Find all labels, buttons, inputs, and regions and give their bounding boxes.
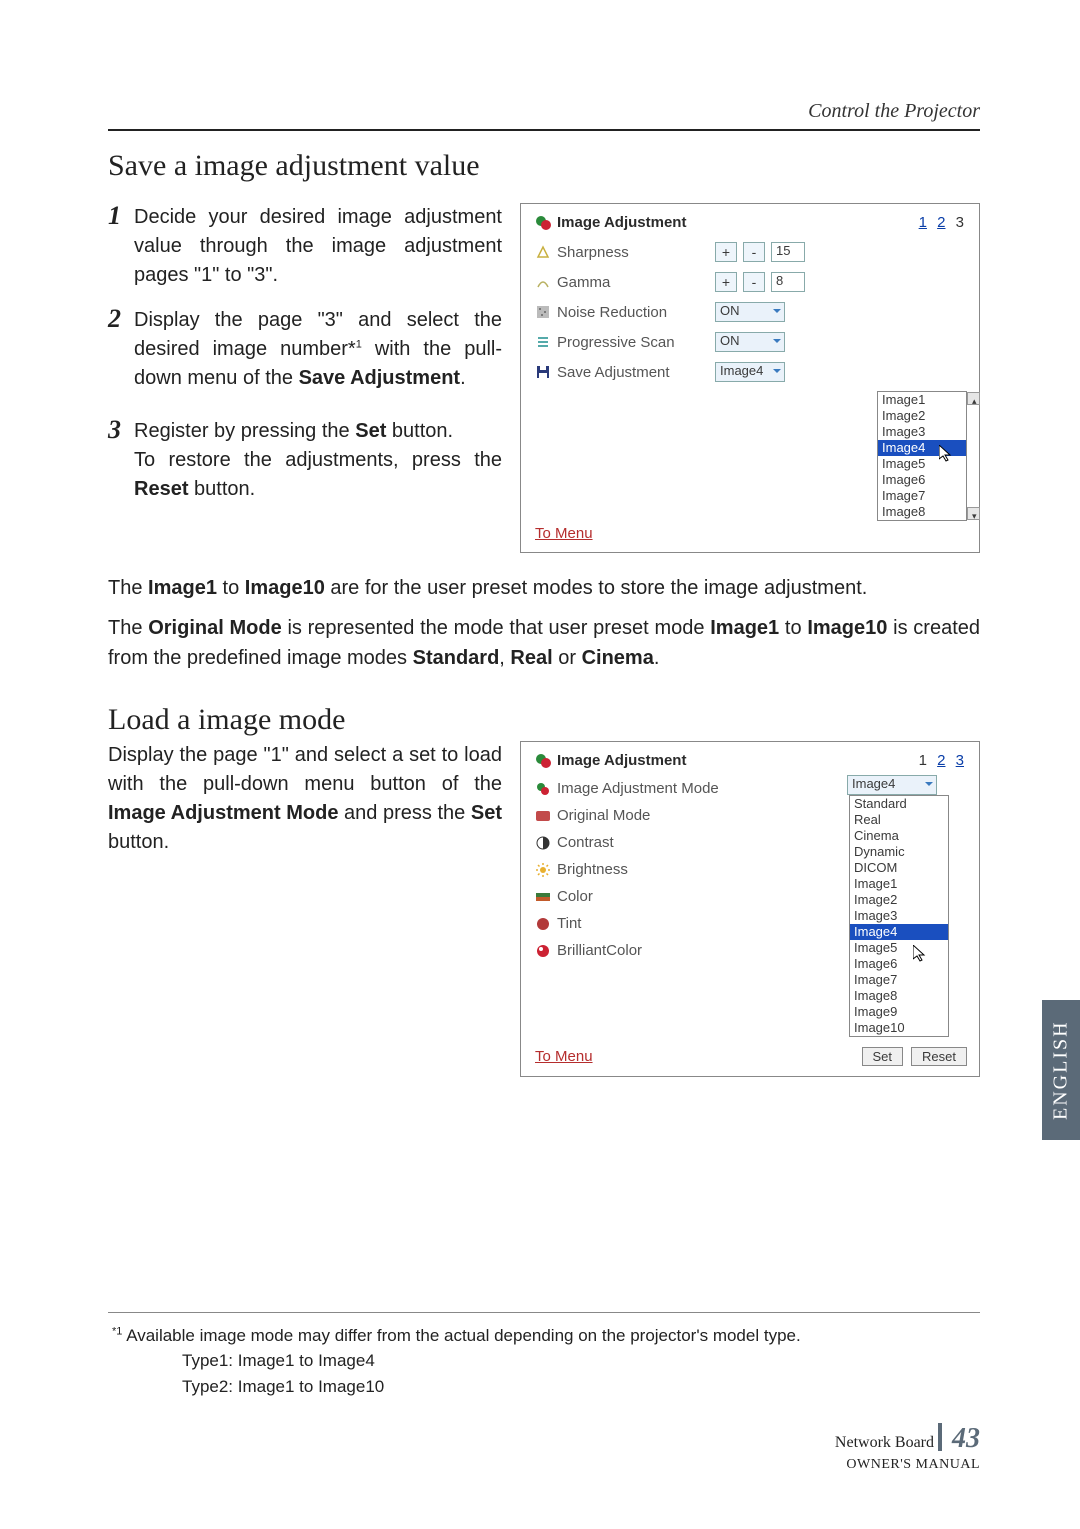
step-1: 1 Decide your desired image adjustment v…: [108, 203, 502, 290]
image-mode-select[interactable]: Image4: [847, 775, 937, 795]
paragraph: The Image1 to Image10 are for the user p…: [108, 573, 980, 603]
dropdown-option[interactable]: Image2: [850, 892, 948, 908]
step-body: Register by pressing the Set button. To …: [134, 417, 502, 504]
dropdown-option-selected[interactable]: Image4: [850, 924, 948, 940]
gamma-value: 8: [771, 272, 805, 292]
mode-icon: [535, 808, 551, 824]
row-contrast: Contrast: [535, 829, 847, 856]
step-3: 3 Register by pressing the Set button. T…: [108, 417, 502, 504]
page-link-2[interactable]: 2: [937, 752, 945, 769]
row-brilliant-color: BrilliantColor: [535, 937, 847, 964]
dropdown-option[interactable]: Image2: [878, 408, 966, 424]
language-tab: ENGLISH: [1042, 1000, 1080, 1140]
save-icon: [535, 364, 551, 380]
progressive-scan-icon: [535, 334, 551, 350]
dropdown-option-selected[interactable]: Image4: [878, 440, 966, 456]
image-adjustment-icon: [535, 781, 551, 797]
dropdown-option[interactable]: Image3: [850, 908, 948, 924]
sharpness-minus-button[interactable]: -: [743, 242, 765, 262]
noise-reduction-select[interactable]: ON: [715, 302, 785, 322]
page-current: 1: [919, 752, 927, 769]
dropdown-option[interactable]: Image1: [878, 392, 966, 408]
row-color: Color: [535, 883, 847, 910]
dropdown-option[interactable]: Standard: [850, 796, 948, 812]
reset-button[interactable]: Reset: [911, 1047, 967, 1066]
dropdown-option[interactable]: DICOM: [850, 860, 948, 876]
to-menu-link[interactable]: To Menu: [535, 1048, 593, 1065]
running-header: Control the Projector: [108, 100, 980, 131]
dropdown-option[interactable]: Dynamic: [850, 844, 948, 860]
row-sharpness: Sharpness + - 15: [535, 237, 967, 267]
to-menu-link[interactable]: To Menu: [535, 525, 593, 542]
dropdown-option[interactable]: Image7: [878, 488, 966, 504]
row-brightness: Brightness: [535, 856, 847, 883]
color-icon: [535, 889, 551, 905]
panel-title: Image Adjustment: [535, 214, 686, 231]
row-noise-reduction: Noise Reduction ON: [535, 297, 967, 327]
step-number: 3: [108, 417, 134, 504]
paragraph: The Original Mode is represented the mod…: [108, 613, 980, 673]
image-adjustment-icon: [535, 753, 551, 769]
step-number: 2: [108, 306, 134, 393]
dropdown-option[interactable]: Image5: [850, 940, 948, 956]
page-current: 3: [956, 214, 964, 231]
dropdown-option[interactable]: Image10: [850, 1020, 948, 1036]
step-body: Display the page "3" and select the desi…: [134, 306, 502, 393]
sharpness-value: 15: [771, 242, 805, 262]
panel-page-links: 1 2 3: [916, 752, 967, 769]
noise-reduction-icon: [535, 304, 551, 320]
dropdown-option[interactable]: Image5: [878, 456, 966, 472]
dropdown-option[interactable]: Image8: [850, 988, 948, 1004]
dropdown-option[interactable]: Image1: [850, 876, 948, 892]
gamma-icon: [535, 274, 551, 290]
footnote: *1 Available image mode may differ from …: [112, 1323, 980, 1400]
page-link-1[interactable]: 1: [919, 214, 927, 231]
brightness-icon: [535, 862, 551, 878]
progressive-scan-select[interactable]: ON: [715, 332, 785, 352]
panel-page-links: 1 2 3: [916, 214, 967, 231]
dropdown-option[interactable]: Image8: [878, 504, 966, 520]
brilliant-color-icon: [535, 943, 551, 959]
dropdown-option[interactable]: Image3: [878, 424, 966, 440]
panel-image-adjustment-3: Image Adjustment 1 2 3 Sharpness + - 15: [520, 203, 980, 553]
scroll-down-button[interactable]: ▾: [967, 507, 980, 520]
row-gamma: Gamma + - 8: [535, 267, 967, 297]
row-save-adjustment: Save Adjustment Image4: [535, 357, 967, 387]
page-link-3[interactable]: 3: [956, 752, 964, 769]
sharpness-plus-button[interactable]: +: [715, 242, 737, 262]
tint-icon: [535, 916, 551, 932]
page-link-2[interactable]: 2: [937, 214, 945, 231]
gamma-minus-button[interactable]: -: [743, 272, 765, 292]
section-title-load: Load a image mode: [108, 703, 980, 737]
dropdown-option[interactable]: Image9: [850, 1004, 948, 1020]
save-adjustment-select[interactable]: Image4: [715, 362, 785, 382]
section-title-save: Save a image adjustment value: [108, 149, 980, 183]
contrast-icon: [535, 835, 551, 851]
dropdown-option[interactable]: Cinema: [850, 828, 948, 844]
row-progressive-scan: Progressive Scan ON: [535, 327, 967, 357]
page-footer: Network Board43 OWNER'S MANUAL: [835, 1423, 980, 1473]
dropdown-option[interactable]: Image6: [850, 956, 948, 972]
set-button[interactable]: Set: [862, 1047, 904, 1066]
dropdown-option[interactable]: Image6: [878, 472, 966, 488]
step-number: 1: [108, 203, 134, 290]
image-adjustment-icon: [535, 215, 551, 231]
row-image-adjustment-mode: Image Adjustment Mode: [535, 775, 847, 802]
image-mode-dropdown[interactable]: Standard Real Cinema Dynamic DICOM Image…: [849, 795, 949, 1037]
gamma-plus-button[interactable]: +: [715, 272, 737, 292]
dropdown-option[interactable]: Real: [850, 812, 948, 828]
footnote-rule: [108, 1312, 980, 1313]
row-original-mode: Original Mode: [535, 802, 847, 829]
dropdown-option[interactable]: Image7: [850, 972, 948, 988]
scroll-up-button[interactable]: ▴: [967, 392, 980, 405]
step-body: Decide your desired image adjustment val…: [134, 203, 502, 290]
panel-image-adjustment-1: Image Adjustment 1 2 3 Image Adjustment …: [520, 741, 980, 1077]
step-2: 2 Display the page "3" and select the de…: [108, 306, 502, 393]
panel-title: Image Adjustment: [535, 752, 686, 769]
sharpness-icon: [535, 244, 551, 260]
load-paragraph: Display the page "1" and select a set to…: [108, 741, 502, 857]
row-tint: Tint: [535, 910, 847, 937]
save-adjustment-dropdown[interactable]: Image1 Image2 Image3 Image4 Image5 Image…: [877, 391, 967, 521]
